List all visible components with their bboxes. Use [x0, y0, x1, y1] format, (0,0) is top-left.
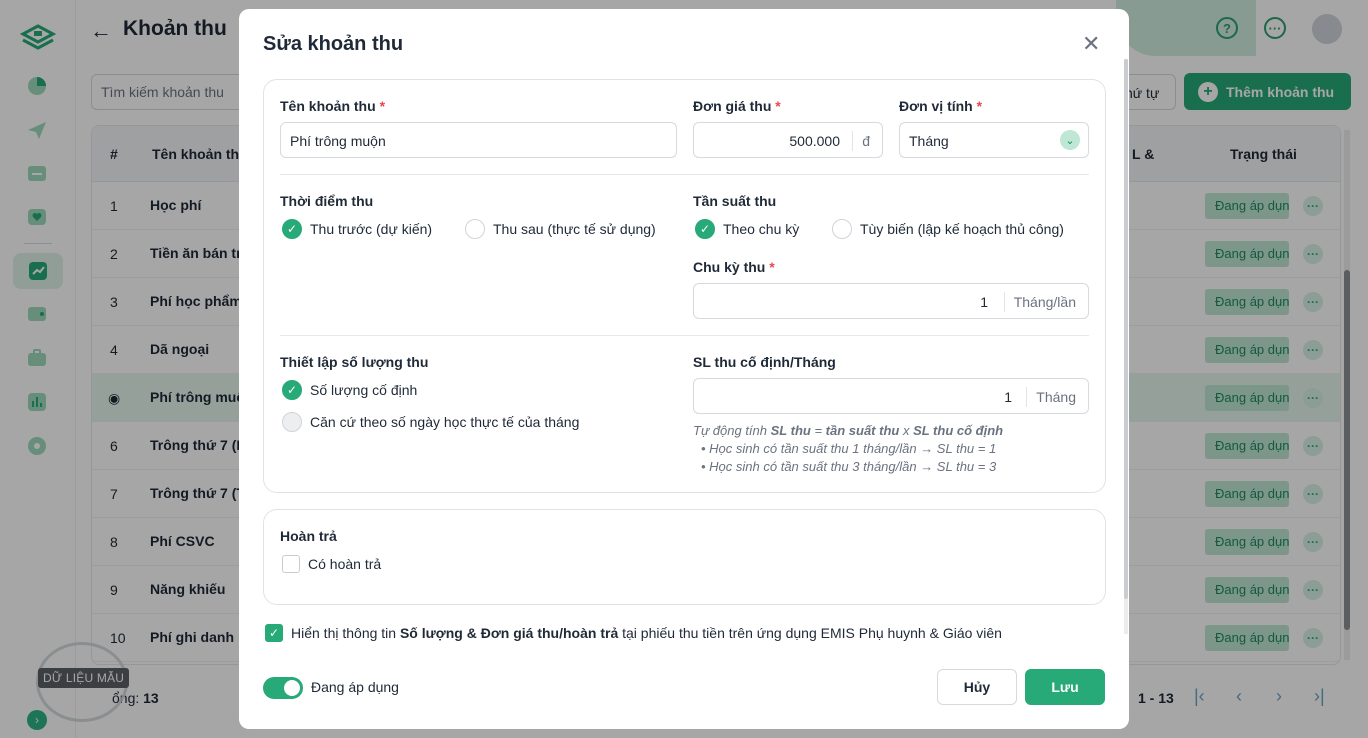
qty-fixed-radio[interactable]: ✓ Số lượng cố định: [282, 380, 417, 400]
chevron-down-icon: ⌄: [1060, 130, 1080, 150]
fee-name-value: Phí trông muộn: [290, 133, 386, 149]
fixed-qty-label: SL thu cố định/Tháng: [693, 354, 836, 370]
save-button[interactable]: Lưu: [1025, 669, 1105, 705]
timing-label: Thời điểm thu: [280, 193, 374, 209]
refund-checkbox[interactable]: Có hoàn trả: [282, 555, 381, 573]
refund-label: Hoàn trả: [280, 528, 337, 544]
fee-name-label: Tên khoản thu *: [280, 98, 386, 114]
unit-select[interactable]: Tháng ⌄: [899, 122, 1089, 158]
freq-cycle-label: Theo chu kỳ: [723, 221, 800, 237]
qty-actual-radio[interactable]: Căn cứ theo số ngày học thực tế của thán…: [282, 412, 579, 432]
freq-custom-label: Tùy biến (lập kế hoạch thủ công): [860, 221, 1064, 237]
cycle-label: Chu kỳ thu *: [693, 259, 775, 275]
auto-calc-hint: Tự động tính SL thu = tần suất thu x SL …: [693, 423, 1004, 438]
refund-checkbox-label: Có hoàn trả: [308, 556, 382, 572]
refund-card: Hoàn trả Có hoàn trả: [263, 509, 1106, 605]
hint-example-1: • Học sinh có tần suất thu 1 tháng/lần →…: [701, 441, 997, 456]
show-info-label: Hiển thị thông tin Số lượng & Đơn giá th…: [291, 625, 1002, 641]
price-input[interactable]: 500.000 đ: [693, 122, 883, 158]
check-icon: ✓: [695, 219, 715, 239]
check-icon: ✓: [282, 219, 302, 239]
close-icon[interactable]: ✕: [1082, 31, 1100, 57]
radio-empty-icon: [282, 412, 302, 432]
freq-cycle-radio[interactable]: ✓ Theo chu kỳ: [695, 219, 799, 239]
cancel-button[interactable]: Hủy: [937, 669, 1017, 705]
fixed-qty-value: 1: [1004, 389, 1012, 405]
radio-empty-icon: [465, 219, 485, 239]
cycle-unit: Tháng/lần: [1003, 292, 1076, 312]
unit-label: Đơn vị tính *: [899, 98, 983, 114]
timing-before-radio[interactable]: ✓ Thu trước (dự kiến): [282, 219, 432, 239]
quantity-label: Thiết lập số lượng thu: [280, 354, 429, 370]
fee-name-input[interactable]: Phí trông muộn: [280, 122, 677, 158]
timing-after-radio[interactable]: Thu sau (thực tế sử dụng): [465, 219, 656, 239]
status-toggle-label: Đang áp dụng: [311, 679, 399, 695]
freq-custom-radio[interactable]: Tùy biến (lập kế hoạch thủ công): [832, 219, 1064, 239]
qty-actual-label: Căn cứ theo số ngày học thực tế của thán…: [310, 414, 580, 430]
unit-value: Tháng: [909, 133, 949, 149]
show-info-checkbox[interactable]: ✓ Hiển thị thông tin Số lượng & Đơn giá t…: [265, 624, 1002, 642]
divider: [280, 335, 1089, 336]
timing-before-label: Thu trước (dự kiến): [310, 221, 433, 237]
hint-example-2: • Học sinh có tần suất thu 3 tháng/lần →…: [701, 459, 997, 474]
cycle-value: 1: [980, 294, 988, 310]
timing-after-label: Thu sau (thực tế sử dụng): [493, 221, 656, 237]
frequency-label: Tần suất thu: [693, 193, 777, 209]
dialog-title: Sửa khoản thu: [263, 33, 404, 55]
radio-empty-icon: [832, 219, 852, 239]
dialog-scrollbar[interactable]: [1124, 59, 1128, 634]
checkbox-empty-icon: [282, 555, 300, 573]
price-value: 500.000: [789, 133, 840, 149]
fixed-qty-unit: Tháng: [1026, 387, 1076, 407]
dialog-scroll-thumb[interactable]: [1124, 59, 1128, 599]
divider: [280, 174, 1089, 175]
price-label: Đơn giá thu *: [693, 98, 781, 114]
edit-fee-dialog: Sửa khoản thu ✕ Tên khoản thu * Phí trôn…: [239, 9, 1129, 729]
check-icon: ✓: [282, 380, 302, 400]
check-icon: ✓: [265, 624, 283, 642]
status-toggle[interactable]: [263, 677, 303, 699]
price-unit: đ: [852, 131, 870, 151]
fee-settings-card: Tên khoản thu * Phí trông muộn Đơn giá t…: [263, 79, 1106, 493]
cycle-input[interactable]: 1 Tháng/lần: [693, 283, 1089, 319]
qty-fixed-label: Số lượng cố định: [310, 382, 418, 398]
fixed-qty-input[interactable]: 1 Tháng: [693, 378, 1089, 414]
